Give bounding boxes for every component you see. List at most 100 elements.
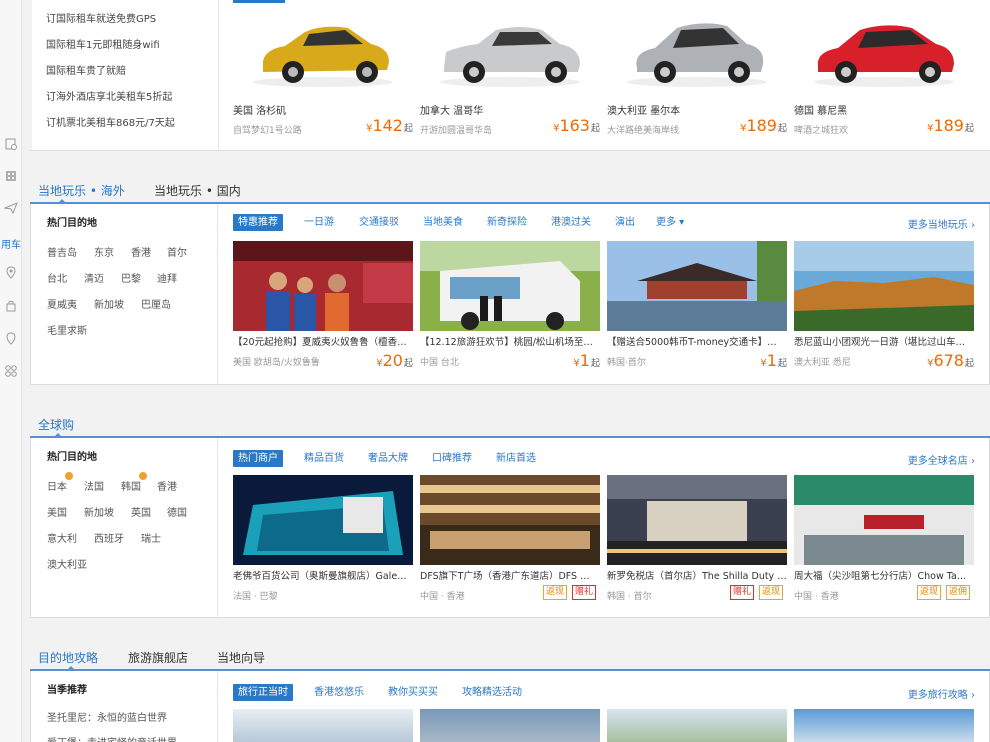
destination-link[interactable]: 新加坡 xyxy=(94,296,124,311)
subtab-department-stores[interactable]: 精品百货 xyxy=(299,450,349,467)
destination-link[interactable]: 新加坡 xyxy=(84,504,114,519)
car-card[interactable]: 加拿大 温哥华 开游加圆温哥华岛 ¥163起 xyxy=(420,0,600,150)
local-play-tile[interactable]: 【赠送合5000韩币T-money交通卡】… 韩国·首尔 ¥1起 xyxy=(607,241,787,381)
subtab-luxury[interactable]: 奢品大牌 xyxy=(363,450,413,467)
subtab-day-tour[interactable]: 一日游 xyxy=(299,214,339,231)
global-shop-tile[interactable]: 周大福（尖沙咀第七分行店）Chow Ta… 中国 · 香港 返现 返佣 xyxy=(794,475,974,615)
subtab-travel-now[interactable]: 旅行正当时 xyxy=(233,684,293,701)
local-play-tile[interactable]: 悉尼蓝山小团观光一日游（堪比过山车… 澳大利亚 悉尼 ¥678起 xyxy=(794,241,974,381)
destination-link[interactable]: 英国 xyxy=(131,504,151,519)
tile-image xyxy=(233,475,413,565)
local-play-tile[interactable]: 【12.12旅游狂欢节】桃园/松山机场至… 中国 台北 ¥1起 xyxy=(420,241,600,381)
destination-link[interactable]: 巴厘岛 xyxy=(141,296,171,311)
global-shop-tile[interactable]: 新罗免税店（首尔店）The Shilla Duty … 韩国 · 首尔 赠礼 返… xyxy=(607,475,787,615)
more-guide-link[interactable]: 更多旅行攻略 › xyxy=(908,686,975,701)
subtab-special[interactable]: 特惠推荐 xyxy=(233,214,283,231)
car-card[interactable]: 德国 慕尼黑 啤酒之城狂欢 ¥189起 xyxy=(794,0,974,150)
subtab-hongkong[interactable]: 香港悠悠乐 xyxy=(309,684,369,701)
rail-car-label[interactable]: 用车 xyxy=(0,236,22,251)
subtab-food[interactable]: 当地美食 xyxy=(418,214,468,231)
subtab-shows[interactable]: 演出 xyxy=(610,214,640,231)
subtab-adventure[interactable]: 新奇探险 xyxy=(482,214,532,231)
subtab-transfer[interactable]: 交通接驳 xyxy=(354,214,404,231)
destination-link[interactable]: 香港 xyxy=(157,478,177,493)
car-card[interactable]: 澳大利亚 墨尔本 大洋路绝美海岸线 ¥189起 xyxy=(607,0,787,150)
destination-link[interactable]: 意大利 xyxy=(47,530,77,545)
destination-link[interactable]: 毛里求斯 xyxy=(47,322,87,337)
car-promo-link[interactable]: 订国际租车就送免费GPS xyxy=(46,10,156,25)
destination-link[interactable]: 夏威夷 xyxy=(47,296,77,311)
destination-link[interactable]: 法国 xyxy=(84,478,104,493)
subtab-border[interactable]: 港澳过关 xyxy=(546,214,596,231)
car-promo-link[interactable]: 订海外酒店享北美租车5折起 xyxy=(46,88,172,103)
grid-icon[interactable] xyxy=(2,362,20,380)
destination-link[interactable]: 香港 xyxy=(131,244,151,259)
global-shop-tile[interactable]: 老佛爷百货公司（奥斯曼旗舰店）Gale… 法国 · 巴黎 xyxy=(233,475,413,615)
subtab-more-dropdown[interactable]: 更多 ▾ xyxy=(651,214,689,231)
left-side-rail: 用车 xyxy=(0,0,22,742)
guide-tile-image[interactable] xyxy=(233,709,413,742)
tab-global-shop[interactable]: 全球购 xyxy=(38,416,74,433)
tile-price: ¥1起 xyxy=(573,351,600,370)
destination-link[interactable]: 澳大利亚 xyxy=(47,556,87,571)
car-promo-link[interactable]: 国际租车贵了就赔 xyxy=(46,62,126,77)
car-promo-link[interactable]: 订机票北美租车868元/7天起 xyxy=(46,114,175,129)
destination-link[interactable]: 台北 xyxy=(47,270,67,285)
guide-tile-image[interactable] xyxy=(607,709,787,742)
car-promo-link[interactable]: 国际租车1元即租随身wifi xyxy=(46,36,160,51)
car-card[interactable]: 美国 洛杉矶 自驾梦幻1号公路 ¥142起 xyxy=(233,0,413,150)
guide-tile-image[interactable] xyxy=(420,709,600,742)
shopping-bag-icon[interactable] xyxy=(2,297,20,315)
global-shop-tile[interactable]: DFS旗下T广场（香港广东道店）DFS … 中国 · 香港 返现 赠礼 xyxy=(420,475,600,615)
gift-tag: 赠礼 xyxy=(730,585,755,600)
plane-icon[interactable] xyxy=(2,199,20,217)
tab-local-play-overseas[interactable]: 当地玩乐 • 海外 xyxy=(38,182,125,199)
car-image xyxy=(440,27,580,87)
destination-link[interactable]: 日本 xyxy=(47,478,67,493)
local-play-tile[interactable]: 【20元起抢购】夏威夷火奴鲁鲁（檀香… 美国 欧胡岛/火奴鲁鲁 ¥20起 xyxy=(233,241,413,381)
guide-tile-image[interactable] xyxy=(794,709,974,742)
guide-pin-icon[interactable] xyxy=(2,330,20,348)
local-play-tabs: 当地玩乐 • 海外 当地玩乐 • 国内 xyxy=(30,180,990,204)
tile-location: 韩国·首尔 xyxy=(607,358,646,368)
hot-badge-icon xyxy=(65,472,73,480)
car-price: ¥189起 xyxy=(740,116,787,135)
destination-link[interactable]: 瑞士 xyxy=(141,530,161,545)
tab-local-guide[interactable]: 当地向导 xyxy=(217,649,265,666)
destination-link[interactable]: 清迈 xyxy=(84,270,104,285)
tab-flagship-stores[interactable]: 旅游旗舰店 xyxy=(128,649,188,666)
destination-link[interactable]: 首尔 xyxy=(167,244,187,259)
subtab-hot-merchants[interactable]: 热门商户 xyxy=(233,450,283,467)
guide-tabs: 目的地攻略 旅游旗舰店 当地向导 xyxy=(30,647,990,671)
subtab-recommend[interactable]: 口碑推荐 xyxy=(427,450,477,467)
tab-local-play-domestic[interactable]: 当地玩乐 • 国内 xyxy=(154,182,241,199)
destination-link[interactable]: 东京 xyxy=(94,244,114,259)
local-play-panel: 热门目的地 普吉岛 东京 香港 首尔 台北 清迈 巴黎 迪拜 夏威夷 新加坡 巴… xyxy=(30,204,990,385)
tile-price: ¥20起 xyxy=(376,351,413,370)
subtab-shopping[interactable]: 教你买买买 xyxy=(383,684,443,701)
more-local-play-link[interactable]: 更多当地玩乐 › xyxy=(908,216,975,231)
subtab-guide-events[interactable]: 攻略精选活动 xyxy=(457,684,527,701)
hotel-icon[interactable] xyxy=(2,135,20,153)
map-pin-icon[interactable] xyxy=(2,264,20,282)
tile-title: DFS旗下T广场（香港广东道店）DFS … xyxy=(420,571,590,582)
season-item-link[interactable]: 圣托里尼：永恒的蓝白世界 xyxy=(47,709,167,724)
car-subtitle: 开游加圆温哥华岛 xyxy=(420,126,493,136)
tab-destination-guide[interactable]: 目的地攻略 xyxy=(38,649,98,666)
building-icon[interactable] xyxy=(2,167,20,185)
destination-link[interactable]: 美国 xyxy=(47,504,67,519)
destination-link[interactable]: 普吉岛 xyxy=(47,244,77,259)
destination-link[interactable]: 韩国 xyxy=(121,478,141,493)
tile-title: 新罗免税店（首尔店）The Shilla Duty … xyxy=(607,571,787,582)
destination-link[interactable]: 迪拜 xyxy=(157,270,177,285)
season-item-link[interactable]: 爱丁堡：走进宅怪的童话世界 xyxy=(47,734,177,742)
divider xyxy=(30,150,990,151)
subtab-new-stores[interactable]: 新店首选 xyxy=(491,450,541,467)
destination-link[interactable]: 德国 xyxy=(167,504,187,519)
hot-destinations: 热门目的地 普吉岛 东京 香港 首尔 台北 清迈 巴黎 迪拜 夏威夷 新加坡 巴… xyxy=(31,204,218,384)
destination-link[interactable]: 西班牙 xyxy=(94,530,124,545)
more-global-shop-link[interactable]: 更多全球名店 › xyxy=(908,452,975,467)
hot-destinations-title: 热门目的地 xyxy=(47,452,97,463)
car-image xyxy=(253,26,393,87)
destination-link[interactable]: 巴黎 xyxy=(121,270,141,285)
